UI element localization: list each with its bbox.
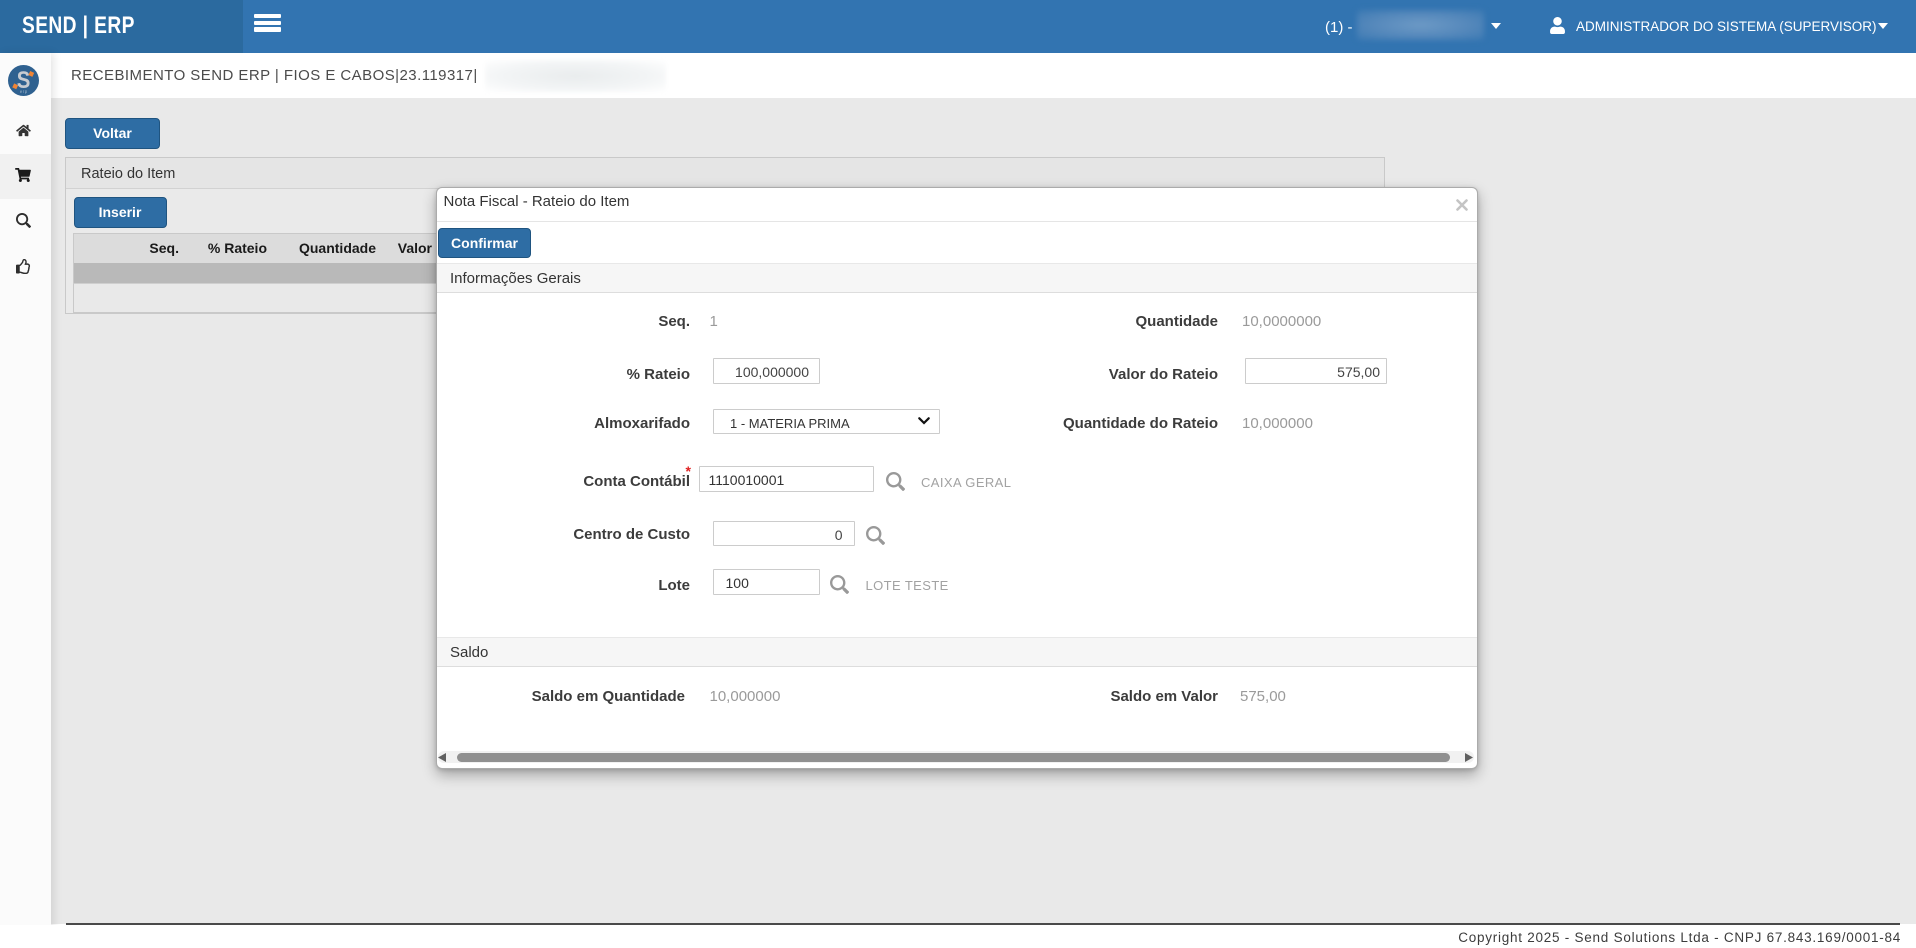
svg-text:erp: erp bbox=[20, 89, 28, 94]
